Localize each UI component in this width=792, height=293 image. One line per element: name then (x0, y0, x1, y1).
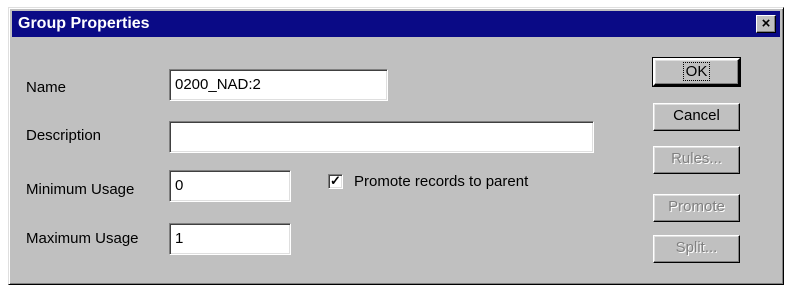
minimum-usage-field[interactable]: 0 (169, 170, 291, 202)
promote-button[interactable]: Promote (653, 194, 740, 222)
promote-records-label[interactable]: Promote records to parent (354, 173, 528, 191)
rules-button[interactable]: Rules... (653, 146, 740, 174)
checkmark-icon: ✓ (330, 173, 341, 188)
dialog-title: Group Properties (18, 15, 150, 32)
minimum-usage-label: Minimum Usage (26, 181, 135, 198)
split-button[interactable]: Split... (653, 235, 740, 263)
ok-button-label: OK (682, 62, 711, 81)
ok-button[interactable]: OK (652, 57, 741, 87)
maximum-usage-label: Maximum Usage (26, 230, 139, 247)
title-bar[interactable]: Group Properties × (12, 11, 780, 37)
promote-records-checkbox[interactable]: ✓ (328, 174, 343, 189)
maximum-usage-field[interactable]: 1 (169, 223, 291, 255)
name-label: Name (26, 79, 67, 96)
description-label: Description (26, 127, 102, 144)
close-icon[interactable]: × (756, 15, 776, 33)
description-field[interactable] (169, 121, 594, 153)
cancel-button[interactable]: Cancel (653, 103, 740, 131)
name-field[interactable]: 0200_NAD:2 (169, 69, 388, 101)
